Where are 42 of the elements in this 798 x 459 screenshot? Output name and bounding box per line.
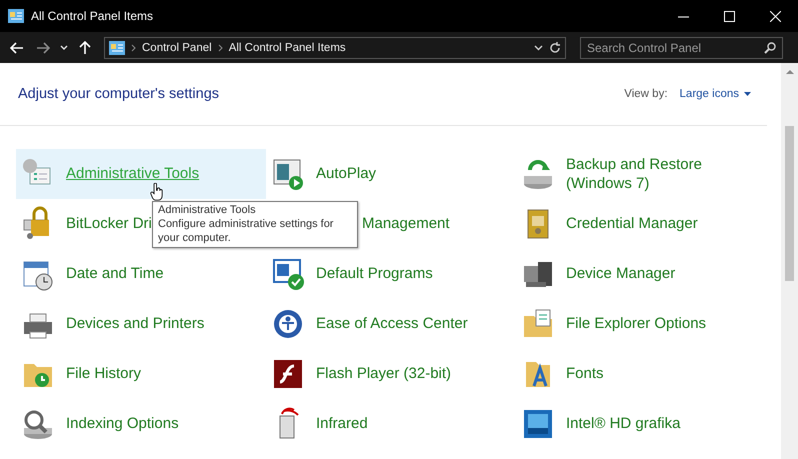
- search-icon: [764, 42, 776, 54]
- control-panel-item[interactable]: Device Manager: [516, 249, 766, 299]
- control-panel-item[interactable]: Administrative Tools: [16, 149, 266, 199]
- control-panel-item[interactable]: Fonts: [516, 349, 766, 399]
- chevron-down-icon[interactable]: [534, 44, 543, 50]
- scrollbar-thumb[interactable]: [785, 126, 794, 281]
- control-panel-item[interactable]: Devices and Printers: [16, 299, 266, 349]
- control-panel-item[interactable]: Indexing Options: [16, 399, 266, 449]
- control-panel-icon: [8, 9, 24, 23]
- forward-arrow-icon: [36, 42, 50, 54]
- separator-icon: [131, 44, 136, 52]
- address-bar[interactable]: Control Panel All Control Panel Items: [104, 36, 566, 58]
- separator-icon: [218, 44, 223, 52]
- tooltip-title: Administrative Tools: [158, 204, 257, 218]
- control-panel-item[interactable]: Ease of Access Center: [266, 299, 516, 349]
- control-panel-item[interactable]: Credential Manager: [516, 199, 766, 249]
- tooltip-description: Configure administrative settings for your computer.: [158, 218, 334, 246]
- window-title: All Control Panel Items: [31, 9, 154, 23]
- control-panel-item[interactable]: Infrared: [266, 399, 516, 449]
- control-panel-item[interactable]: File History: [16, 349, 266, 399]
- maximize-icon: [724, 10, 734, 22]
- control-panel-item[interactable]: Default Programs: [266, 249, 516, 299]
- page-heading: Adjust your computer's settings: [18, 86, 220, 102]
- back-arrow-icon: [10, 42, 24, 54]
- control-panel-item[interactable]: Backup and Restore (Windows 7): [516, 149, 766, 199]
- control-panel-item[interactable]: File Explorer Options: [516, 299, 766, 349]
- view-by-dropdown[interactable]: Large icons: [680, 88, 751, 100]
- breadcrumb[interactable]: Control Panel: [142, 42, 212, 54]
- control-panel-icon: [109, 40, 125, 54]
- control-panel-item[interactable]: Date and Time: [16, 249, 266, 299]
- search-field[interactable]: Search Control Panel: [580, 36, 783, 58]
- control-panel-item[interactable]: AutoPlay: [266, 149, 516, 199]
- close-icon: [770, 10, 780, 22]
- chevron-down-icon: [60, 45, 68, 50]
- scroll-up-icon[interactable]: [786, 69, 794, 74]
- refresh-icon[interactable]: [549, 42, 561, 54]
- control-panel-item[interactable]: Intel® HD grafika: [516, 399, 766, 449]
- view-by-label: View by:: [624, 88, 668, 100]
- breadcrumb[interactable]: All Control Panel Items: [228, 42, 346, 54]
- caret-icon: [744, 92, 751, 96]
- up-arrow-icon: [79, 40, 91, 54]
- control-panel-item[interactable]: Flash Player (32-bit): [266, 349, 516, 399]
